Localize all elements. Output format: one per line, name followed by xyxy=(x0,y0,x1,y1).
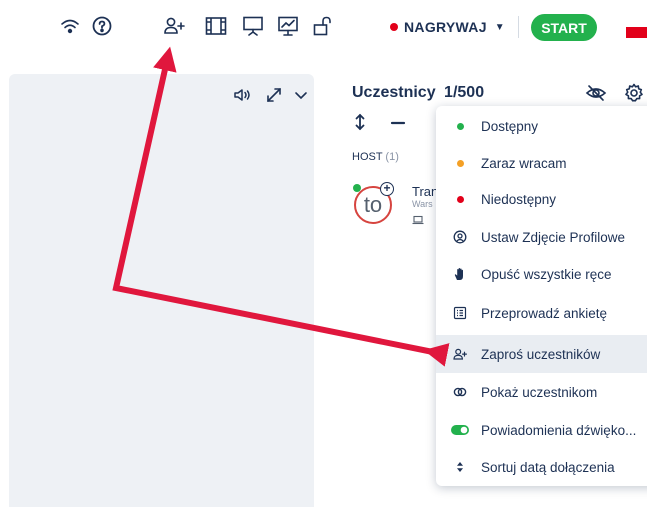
status-dot-green-icon xyxy=(453,119,467,133)
sort-icon xyxy=(453,460,467,474)
menu-item-label: Dostępny xyxy=(481,118,539,134)
top-toolbar: NAGRYWAJ ▼ START xyxy=(0,0,647,60)
participants-menu: Dostępny Zaraz wracam Niedostępny Ustaw … xyxy=(436,106,647,486)
menu-item-sort-by-join-date[interactable]: Sortuj datą dołączenia xyxy=(436,448,647,486)
menu-item-invite-participants[interactable]: Zaproś uczestników xyxy=(436,335,647,373)
flag-icon[interactable] xyxy=(626,16,647,38)
poll-icon xyxy=(453,306,467,320)
menu-item-away[interactable]: Zaraz wracam xyxy=(436,144,647,182)
menu-item-poll[interactable]: Przeprowadź ankietę xyxy=(436,294,647,332)
menu-item-profile-photo[interactable]: Ustaw Zdjęcie Profilowe xyxy=(436,218,647,256)
gear-icon[interactable] xyxy=(623,82,645,104)
menu-item-label: Pokaż uczestnikom xyxy=(481,384,598,400)
sort-arrows-icon[interactable] xyxy=(350,112,370,132)
menu-item-label: Zaraz wracam xyxy=(481,155,567,171)
menu-item-label: Ustaw Zdjęcie Profilowe xyxy=(481,229,626,245)
menu-item-unavailable[interactable]: Niedostępny xyxy=(436,180,647,218)
eye-off-icon[interactable] xyxy=(585,82,607,104)
record-label: NAGRYWAJ xyxy=(404,19,487,35)
participants-title: Uczestnicy 1/500 xyxy=(352,84,484,102)
status-dot-red-icon xyxy=(453,192,467,206)
host-label: HOST xyxy=(352,151,383,163)
host-count: (1) xyxy=(385,151,399,163)
participant-location: Wars xyxy=(412,199,433,209)
menu-item-lower-hands[interactable]: Opuść wszystkie ręce xyxy=(436,255,647,293)
profile-photo-icon xyxy=(453,230,467,244)
plus-icon[interactable]: + xyxy=(380,182,394,196)
menu-item-show-participants[interactable]: Pokaż uczestnikom xyxy=(436,373,647,411)
layout-icon[interactable] xyxy=(204,14,228,38)
menu-item-label: Przeprowadź ankietę xyxy=(481,305,608,321)
participants-count: 1/500 xyxy=(444,84,485,101)
presentation-icon[interactable] xyxy=(241,14,265,38)
menu-item-label: Zaproś uczestników xyxy=(481,346,601,362)
hand-icon xyxy=(453,267,467,281)
record-dropdown[interactable]: NAGRYWAJ ▼ xyxy=(390,16,505,38)
record-indicator xyxy=(390,23,398,31)
participant-name: Tran xyxy=(412,184,439,199)
participants-title-label: Uczestnicy xyxy=(352,84,436,101)
menu-item-label: Opuść wszystkie ręce xyxy=(481,266,612,282)
menu-item-label: Niedostępny xyxy=(481,191,557,207)
toggle-on-icon xyxy=(451,423,469,437)
avatar-initials: to xyxy=(363,192,383,217)
laptop-icon xyxy=(412,212,424,225)
divider xyxy=(518,16,519,38)
video-panel xyxy=(9,74,314,507)
show-icon xyxy=(453,385,467,399)
add-user-icon xyxy=(453,347,467,361)
expand-icon[interactable] xyxy=(264,85,284,105)
start-button[interactable]: START xyxy=(531,14,597,41)
host-section-label: HOST (1) xyxy=(352,151,399,163)
menu-item-label: Powiadomienia dźwięko... xyxy=(481,422,637,438)
add-user-icon[interactable] xyxy=(162,14,186,38)
online-status-dot xyxy=(353,184,361,192)
help-icon[interactable] xyxy=(90,14,114,38)
collapse-icon[interactable] xyxy=(388,112,408,132)
chevron-down-icon[interactable] xyxy=(291,85,311,105)
status-dot-orange-icon xyxy=(453,156,467,170)
chart-icon[interactable] xyxy=(276,14,300,38)
wifi-icon[interactable] xyxy=(58,14,82,38)
menu-item-available[interactable]: Dostępny xyxy=(436,107,647,145)
unlock-icon[interactable] xyxy=(311,14,335,38)
speaker-icon[interactable] xyxy=(232,85,252,105)
caret-down-icon: ▼ xyxy=(494,21,505,33)
menu-item-label: Sortuj datą dołączenia xyxy=(481,459,615,475)
menu-item-sound-notifications[interactable]: Powiadomienia dźwięko... xyxy=(436,411,647,449)
